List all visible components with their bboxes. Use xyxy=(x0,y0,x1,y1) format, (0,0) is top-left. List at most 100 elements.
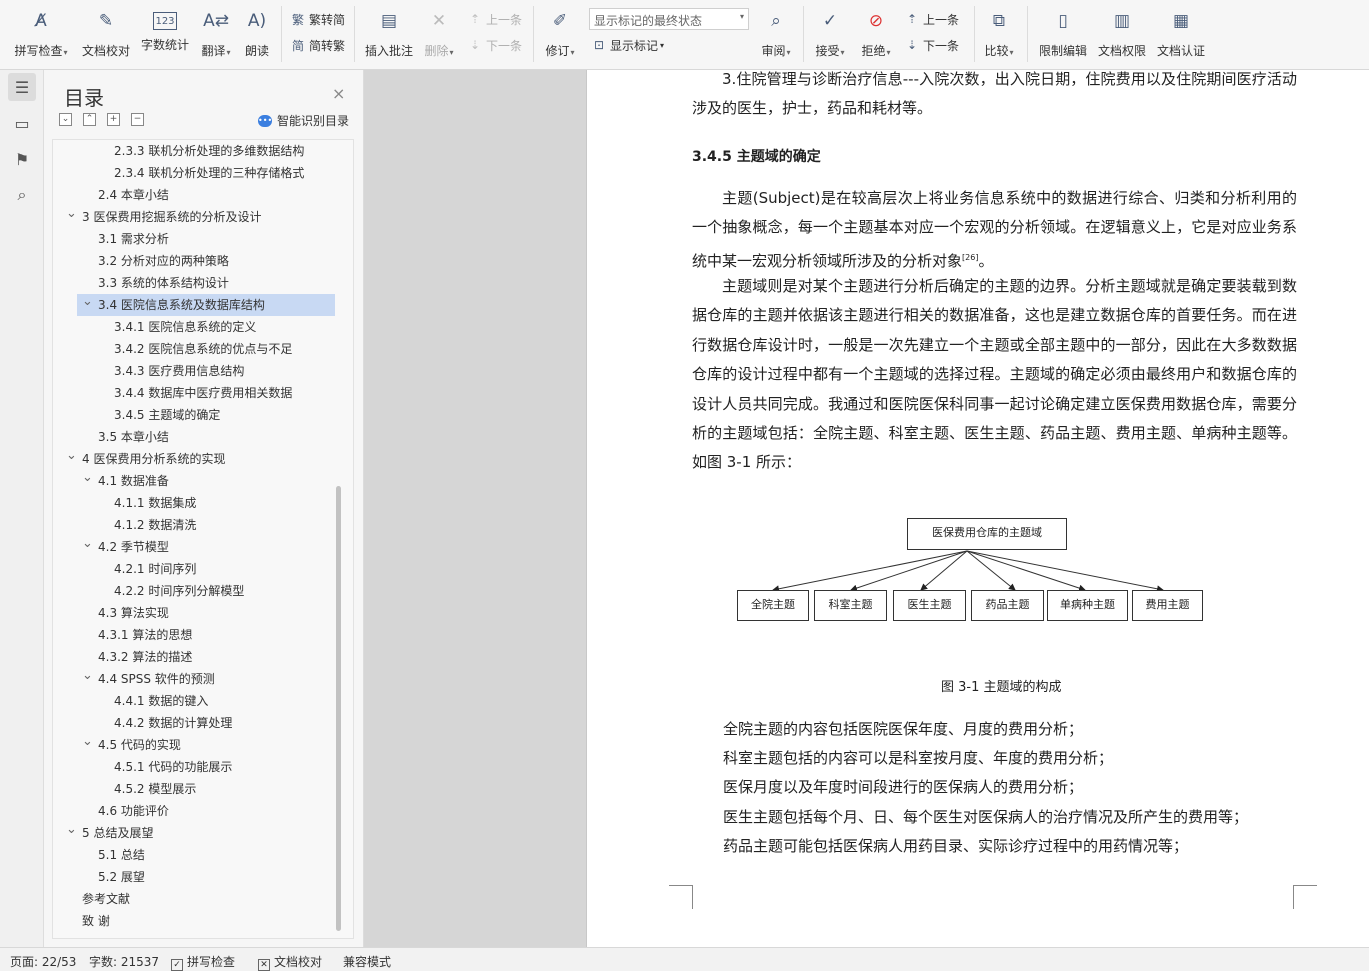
remove-item-icon[interactable]: − xyxy=(131,113,144,126)
spell-check-button[interactable]: A̸ 拼写检查▾ xyxy=(10,6,72,60)
next-change-button[interactable]: ⇣ 下一条 xyxy=(904,35,959,55)
translate-button[interactable]: A⇄ 翻译▾ xyxy=(198,6,234,60)
toc-item[interactable]: 4.3 算法实现 xyxy=(53,602,335,624)
delete-comment-button[interactable]: ✕ 删除▾ xyxy=(421,6,457,60)
chevron-down-icon[interactable]: ⌄ xyxy=(82,291,93,313)
paragraph-subject-domain: 主题域则是对某个主题进行分析后确定的主题的边界。分析主题域就是确定要装载到数据仓… xyxy=(692,277,1297,472)
insert-comment-button[interactable]: ▤ 插入批注 xyxy=(363,6,415,60)
chevron-down-icon[interactable]: ⌄ xyxy=(66,203,77,225)
read-aloud-button[interactable]: A) 朗读 xyxy=(240,6,274,60)
chevron-down-icon[interactable]: ⌄ xyxy=(66,819,77,841)
doc-proof-icon: ✎ xyxy=(98,11,114,31)
toc-item[interactable]: 2.3.4 联机分析处理的三种存储格式 xyxy=(53,162,335,184)
doc-permission-button[interactable]: ▥ 文档权限 xyxy=(1095,6,1149,60)
toc-item[interactable]: ⌄ 4.1 数据准备 xyxy=(53,470,335,492)
show-markup-button[interactable]: ⊡ 显示标记 ▾ xyxy=(591,35,664,55)
chevron-down-icon[interactable]: ⌄ xyxy=(82,731,93,753)
chapter-nav-icon[interactable]: ▭ xyxy=(8,109,36,137)
toc-scrollbar[interactable] xyxy=(336,486,341,931)
accept-button[interactable]: ✓ 接受▾ xyxy=(811,6,849,60)
track-changes-button[interactable]: ✐ 修订▾ xyxy=(540,6,580,60)
smart-recognize-button[interactable]: ••• 智能识别目录 xyxy=(258,112,349,129)
toc-item[interactable]: 参考文献 xyxy=(53,888,335,910)
word-count-indicator[interactable]: 字数: 21537 xyxy=(89,953,159,970)
chevron-down-icon[interactable]: ⌄ xyxy=(82,665,93,687)
toc-item[interactable]: 3.4.1 医院信息系统的定义 xyxy=(53,316,335,338)
ribbon-separator xyxy=(974,6,975,62)
toc-item[interactable]: 4.3.1 算法的思想 xyxy=(53,624,335,646)
toc-item-label: 3.1 需求分析 xyxy=(98,232,169,246)
word-count-button[interactable]: 123 字数统计 xyxy=(139,6,191,60)
toc-item[interactable]: 4.5.2 模型展示 xyxy=(53,778,335,800)
track-changes-icon: ✐ xyxy=(552,11,568,31)
toc-item[interactable]: 3.3 系统的体系结构设计 xyxy=(53,272,335,294)
toc-item[interactable]: 2.3.3 联机分析处理的多维数据结构 xyxy=(53,140,335,162)
toc-item[interactable]: 3.4.2 医院信息系统的优点与不足 xyxy=(53,338,335,360)
toc-item[interactable]: 4.4.1 数据的键入 xyxy=(53,690,335,712)
toc-item[interactable]: ⌄ 4.5 代码的实现 xyxy=(53,734,335,756)
toc-item[interactable]: 3.5 本章小结 xyxy=(53,426,335,448)
document-page: 3.住院管理与诊断治疗信息---入院次数，出入院日期，住院费用以及住院期间医疗活… xyxy=(586,70,1369,947)
markup-state-select[interactable]: 显示标记的最终状态 ▾ xyxy=(589,8,749,30)
toc-item[interactable]: 3.4.4 数据库中医疗费用相关数据 xyxy=(53,382,335,404)
reject-button[interactable]: ⊘ 拒绝▾ xyxy=(857,6,895,60)
next-comment-icon: ⇣ xyxy=(469,38,481,52)
status-spell-check[interactable]: ✓ 拼写检查 xyxy=(171,953,235,971)
toc-item[interactable]: 2.4 本章小结 xyxy=(53,184,335,206)
section-heading: 3.4.5 主题域的确定 xyxy=(692,149,821,165)
toc-item[interactable]: ⌄ 3 医保费用挖掘系统的分析及设计 xyxy=(53,206,335,228)
page-gutter xyxy=(365,70,585,947)
toc-item[interactable]: ⌄ 5 总结及展望 xyxy=(53,822,335,844)
toc-item[interactable]: 4.3.2 算法的描述 xyxy=(53,646,335,668)
compare-button[interactable]: ⧉ 比较▾ xyxy=(980,6,1018,60)
compat-mode-indicator: 兼容模式 xyxy=(343,955,392,969)
collapse-all-icon[interactable]: ⌄ xyxy=(59,113,72,126)
simp-to-trad-button[interactable]: 简简转繁 xyxy=(290,35,345,55)
doc-certify-icon: ▦ xyxy=(1172,11,1190,31)
show-markup-icon: ⊡ xyxy=(593,38,605,52)
review-pane-button[interactable]: ⌕ 审阅▾ xyxy=(757,6,795,60)
toc-item-label: 4.6 功能评价 xyxy=(98,804,169,818)
toc-item-label: 4.3 算法实现 xyxy=(98,606,169,620)
toc-item[interactable]: 3.2 分析对应的两种策略 xyxy=(53,250,335,272)
bookmark-icon[interactable]: ⚑ xyxy=(8,145,36,173)
toc-item[interactable]: 3.4.3 医疗费用信息结构 xyxy=(53,360,335,382)
prev-change-button[interactable]: ⇡ 上一条 xyxy=(904,9,959,29)
toc-item[interactable]: 致 谢 xyxy=(53,910,335,932)
prev-comment-button[interactable]: ⇡ 上一条 xyxy=(467,9,522,29)
doc-proof-button[interactable]: ✎ 文档校对 xyxy=(80,6,132,60)
toc-item[interactable]: ⌄ 4.4 SPSS 软件的预测 xyxy=(53,668,335,690)
toc-item[interactable]: 3.1 需求分析 xyxy=(53,228,335,250)
chevron-down-icon[interactable]: ⌄ xyxy=(82,467,93,489)
toc-item[interactable]: 4.5.1 代码的功能展示 xyxy=(53,756,335,778)
ribbon-separator xyxy=(803,6,804,62)
toc-item[interactable]: 5.1 总结 xyxy=(53,844,335,866)
toc-item[interactable]: 4.1.2 数据清洗 xyxy=(53,514,335,536)
close-icon[interactable]: × xyxy=(332,84,345,103)
expand-icon[interactable]: ⌃ xyxy=(83,113,96,126)
trad-to-simp-button[interactable]: 繁繁转简 xyxy=(290,9,345,29)
toc-item[interactable]: 4.2.1 时间序列 xyxy=(53,558,335,580)
toc-item[interactable]: ⌄ 4 医保费用分析系统的实现 xyxy=(53,448,335,470)
toc-item-label: 4.4 SPSS 软件的预测 xyxy=(98,672,215,686)
diagram-node-cost: 费用主题 xyxy=(1132,590,1203,621)
toc-item[interactable]: ⌄ 3.4 医院信息系统及数据库结构 xyxy=(77,294,335,316)
toc-item[interactable]: 5.2 展望 xyxy=(53,866,335,888)
add-item-icon[interactable]: + xyxy=(107,113,120,126)
search-icon[interactable]: ⌕ xyxy=(8,181,36,209)
doc-certify-button[interactable]: ▦ 文档认证 xyxy=(1154,6,1208,60)
toc-item[interactable]: 4.6 功能评价 xyxy=(53,800,335,822)
doc-permission-icon: ▥ xyxy=(1113,11,1131,31)
chevron-down-icon[interactable]: ⌄ xyxy=(82,533,93,555)
toc-pane-icon[interactable]: ☰ xyxy=(8,73,36,101)
next-comment-button[interactable]: ⇣ 下一条 xyxy=(467,35,522,55)
restrict-edit-button[interactable]: ▯ 限制编辑 xyxy=(1036,6,1090,60)
chevron-down-icon[interactable]: ⌄ xyxy=(66,445,77,467)
toc-item[interactable]: 4.2.2 时间序列分解模型 xyxy=(53,580,335,602)
toc-item[interactable]: ⌄ 4.2 季节模型 xyxy=(53,536,335,558)
status-doc-proof[interactable]: ✕ 文档校对 xyxy=(258,953,322,971)
toc-item[interactable]: 4.1.1 数据集成 xyxy=(53,492,335,514)
toc-item[interactable]: 4.4.2 数据的计算处理 xyxy=(53,712,335,734)
page-indicator[interactable]: 页面: 22/53 xyxy=(10,953,76,970)
toc-item[interactable]: 3.4.5 主题域的确定 xyxy=(53,404,335,426)
